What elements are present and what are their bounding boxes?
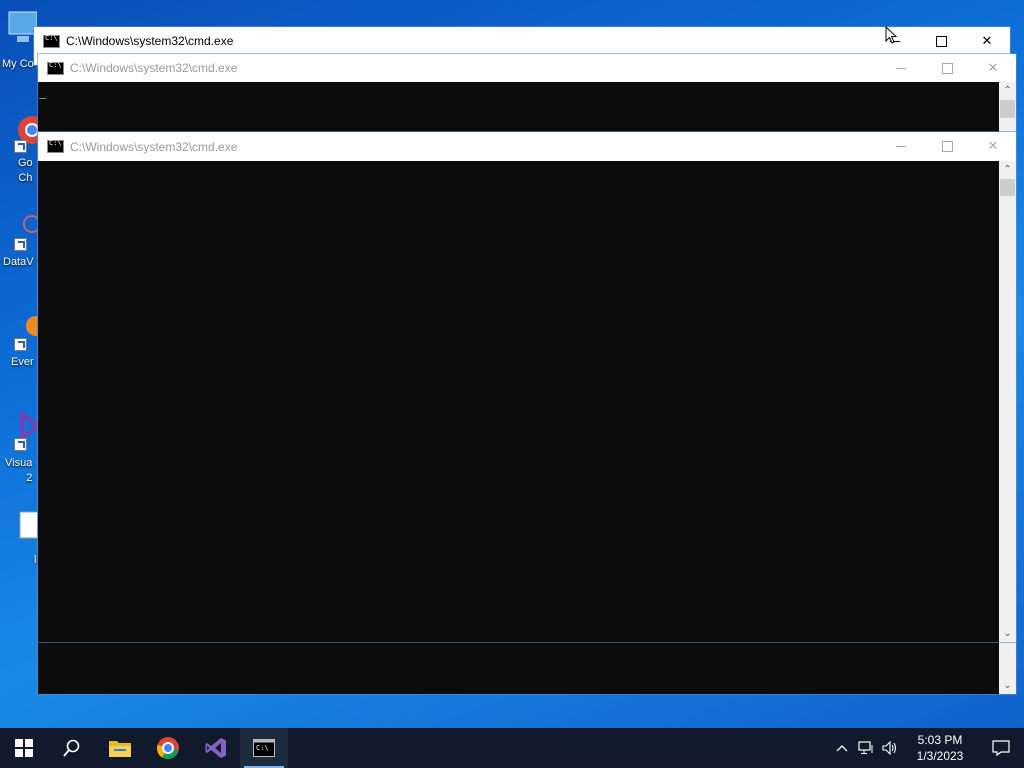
scroll-thumb[interactable] (1000, 179, 1015, 196)
taskbar: C:\ 5:03 PM 1/3/2023 (0, 728, 1024, 768)
text-cursor: _ (39, 85, 47, 99)
volume-button[interactable] (878, 728, 902, 768)
scroll-up-arrow-icon[interactable]: ⌃ (999, 82, 1016, 99)
minimize-button[interactable] (878, 132, 924, 160)
cmd-window-front[interactable]: C:\Windows\system32\cmd.exe ✕ ⌃ ⌄ (38, 132, 1016, 642)
maximize-icon (941, 62, 953, 74)
clock[interactable]: 5:03 PM 1/3/2023 (902, 732, 978, 764)
shortcut-arrow-icon (14, 338, 27, 351)
cmd-icon (43, 34, 60, 48)
start-button[interactable] (0, 728, 48, 768)
scroll-up-arrow-icon[interactable]: ⌃ (999, 161, 1016, 178)
close-button[interactable]: ✕ (964, 27, 1010, 55)
notification-icon (992, 740, 1010, 756)
title-bar[interactable]: C:\Windows\system32\cmd.exe ✕ (38, 54, 1016, 82)
close-icon: ✕ (987, 60, 999, 75)
clock-date: 1/3/2023 (916, 749, 964, 763)
close-icon: ✕ (981, 33, 993, 48)
maximize-icon (941, 140, 953, 152)
desktop-icon-label: Visua 2 (5, 457, 33, 484)
desktop-icon-label: DataV (3, 256, 34, 268)
vertical-scrollbar[interactable]: ⌃ ⌄ (999, 161, 1016, 642)
caption-buttons: ✕ (878, 132, 1016, 160)
document-icon (19, 511, 41, 539)
maximize-icon (935, 35, 947, 47)
show-hidden-icons-button[interactable] (830, 728, 854, 768)
maximize-button[interactable] (918, 27, 964, 55)
shortcut-arrow-icon (14, 238, 27, 251)
cmd-icon: C:\ (253, 739, 275, 757)
search-icon (63, 739, 80, 757)
network-button[interactable] (854, 728, 878, 768)
title-bar[interactable]: C:\Windows\system32\cmd.exe ✕ (38, 132, 1016, 161)
desktop-icon-label: My Co (2, 58, 34, 70)
cmd-icon (47, 61, 64, 75)
cmd-button[interactable]: C:\ (240, 728, 288, 768)
window-title: C:\Windows\system32\cmd.exe (70, 61, 238, 75)
clock-time: 5:03 PM (917, 733, 963, 747)
scroll-down-arrow-icon[interactable]: ⌄ (999, 625, 1016, 642)
file-explorer-button[interactable] (96, 728, 144, 768)
system-tray: 5:03 PM 1/3/2023 (830, 728, 1024, 768)
mouse-pointer-icon (885, 26, 898, 44)
windows-logo-icon (15, 739, 33, 757)
close-button[interactable]: ✕ (970, 54, 1016, 82)
title-bar[interactable]: C:\Windows\system32\cmd.exe ✕ (34, 27, 1010, 55)
shortcut-arrow-icon (14, 438, 27, 451)
network-icon (858, 741, 873, 754)
window-title: C:\Windows\system32\cmd.exe (66, 34, 234, 48)
minimize-icon (896, 145, 906, 147)
svg-text:C:\: C:\ (256, 744, 269, 752)
computer-icon (8, 11, 37, 42)
search-button[interactable] (48, 728, 96, 768)
console-output[interactable] (38, 161, 999, 642)
close-icon: ✕ (987, 138, 999, 153)
maximize-button[interactable] (924, 54, 970, 82)
action-center-button[interactable] (978, 728, 1024, 768)
chrome-button[interactable] (144, 728, 192, 768)
desktop-icon-label: Ever (11, 356, 34, 368)
caption-buttons: ✕ (878, 54, 1016, 82)
shortcut-arrow-icon (14, 140, 27, 153)
close-button[interactable]: ✕ (970, 132, 1016, 160)
folder-icon (109, 741, 131, 757)
maximize-button[interactable] (924, 132, 970, 160)
visual-studio-icon (205, 738, 226, 758)
window-title: C:\Windows\system32\cmd.exe (70, 139, 238, 154)
speaker-icon (882, 741, 897, 755)
desktop-icon-label: l (34, 554, 37, 566)
visual-studio-button[interactable] (192, 728, 240, 768)
scroll-thumb[interactable] (1000, 100, 1015, 118)
minimize-icon (896, 67, 906, 69)
scroll-down-arrow-icon[interactable]: ⌄ (999, 677, 1016, 694)
minimize-button[interactable] (878, 54, 924, 82)
cmd-icon (47, 139, 64, 153)
chrome-icon (156, 737, 179, 760)
desktop-icon-label: Go Ch (18, 157, 33, 184)
chevron-up-icon (836, 745, 848, 752)
